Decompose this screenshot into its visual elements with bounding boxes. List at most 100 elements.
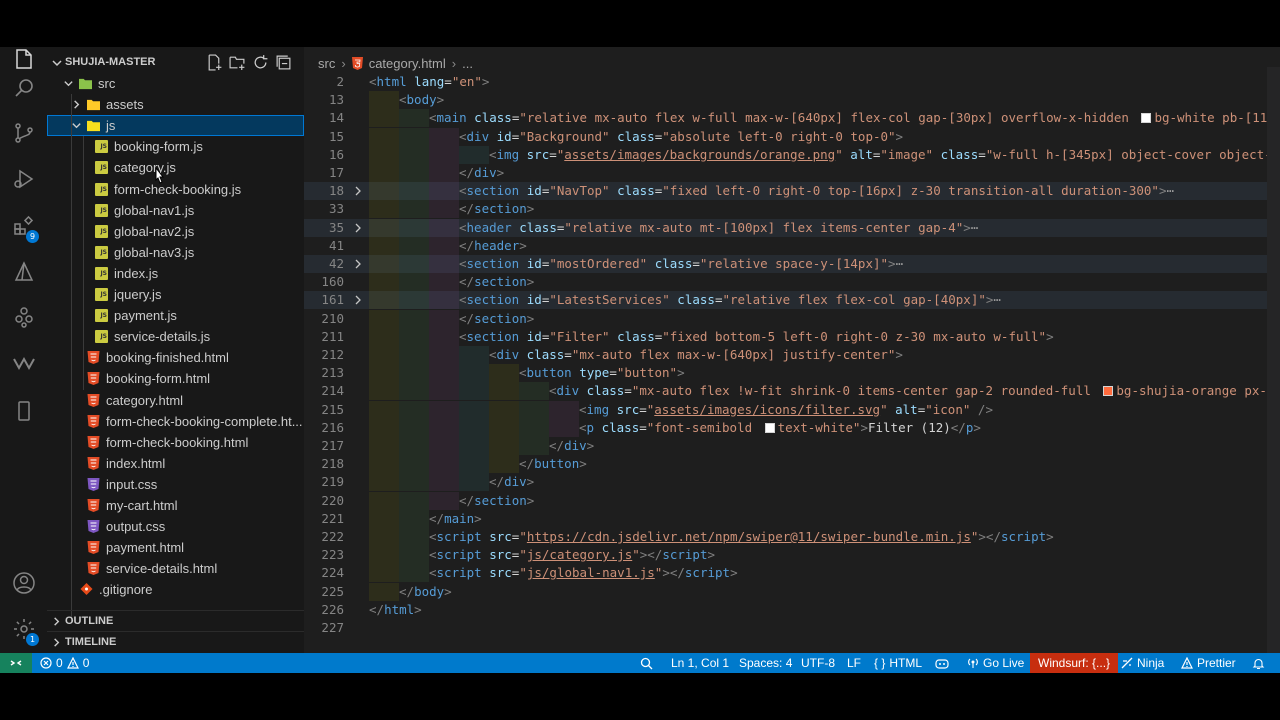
tree-file[interactable]: JS global-nav2.js — [47, 221, 304, 242]
prettier-indicator[interactable]: Prettier — [1181, 653, 1236, 673]
code-line[interactable]: 227 — [304, 619, 1280, 637]
code-editor[interactable]: src › category.html › ... 2 <html lang="e… — [304, 47, 1280, 653]
tree-file[interactable]: output.css — [47, 516, 304, 537]
tree-folder[interactable]: js — [47, 115, 304, 137]
breadcrumb-file[interactable]: category.html — [369, 56, 446, 71]
collapse-all-icon[interactable] — [275, 54, 292, 71]
code-line[interactable]: 15 <div id="Background" class="absolute l… — [304, 127, 1280, 146]
search-icon[interactable] — [0, 66, 47, 110]
tree-file[interactable]: category.html — [47, 390, 304, 411]
tree-file[interactable]: JS jquery.js — [47, 284, 304, 305]
code-line[interactable]: 219 </div> — [304, 473, 1280, 492]
breadcrumb-folder[interactable]: src — [318, 56, 335, 71]
tree-file[interactable]: JS form-check-booking.js — [47, 179, 304, 200]
code-line[interactable]: 218 </button> — [304, 455, 1280, 474]
indentation[interactable]: Spaces: 4 — [739, 653, 792, 673]
account-icon[interactable] — [0, 561, 47, 605]
code-line[interactable]: 161 <section id="LatestServices" class="r… — [304, 291, 1280, 310]
tree-file[interactable]: form-check-booking-complete.ht... — [47, 411, 304, 432]
code-line[interactable]: 212 <div class="mx-auto flex max-w-[640px… — [304, 346, 1280, 364]
code-link[interactable]: assets/images/backgrounds/orange.png — [564, 147, 835, 162]
color-swatch[interactable] — [764, 422, 775, 433]
cursor-position[interactable]: Ln 1, Col 1 — [671, 653, 729, 673]
new-file-icon[interactable] — [206, 54, 223, 71]
code-line[interactable]: 214 <div class="mx-auto flex !w-fit shrin… — [304, 382, 1280, 401]
language-mode[interactable]: { } HTML — [874, 653, 922, 673]
explorer-header[interactable]: SHUJIA-MASTER — [47, 53, 304, 73]
outline-section[interactable]: OUTLINE — [47, 610, 304, 632]
code-link[interactable]: js/global-nav1.js — [527, 565, 655, 580]
fold-chevron-icon[interactable] — [353, 223, 363, 233]
code-line[interactable]: 160 </section> — [304, 273, 1280, 292]
new-folder-icon[interactable] — [229, 54, 246, 71]
color-swatch[interactable] — [1103, 386, 1114, 397]
ninja-indicator[interactable]: Ninja — [1121, 653, 1164, 673]
refresh-icon[interactable] — [252, 54, 269, 71]
source-control-icon[interactable] — [0, 111, 47, 155]
tree-file[interactable]: JS booking-form.js — [47, 136, 304, 157]
run-debug-icon[interactable] — [0, 157, 47, 201]
code-line[interactable]: 13 <body> — [304, 91, 1280, 110]
code-token[interactable]: ⋯ — [896, 256, 904, 271]
code-link[interactable]: https://cdn.jsdelivr.net/npm/swiper@11/s… — [527, 529, 971, 544]
fold-chevron-icon[interactable] — [353, 186, 363, 196]
tree-file[interactable]: JS global-nav3.js — [47, 242, 304, 263]
code-line[interactable]: 17 </div> — [304, 164, 1280, 182]
tree-file[interactable]: .gitignore — [47, 579, 304, 600]
testing-icon[interactable] — [0, 295, 47, 339]
code-line[interactable]: 35 <header class="relative mx-auto mt-[10… — [304, 218, 1280, 237]
fold-chevron-icon[interactable] — [353, 259, 363, 269]
remote-icon[interactable] — [0, 250, 47, 294]
windsurf-status[interactable]: Windsurf: {...} — [1030, 653, 1119, 673]
tree-file[interactable]: JS global-nav1.js — [47, 200, 304, 221]
code-token[interactable]: ⋯ — [971, 220, 979, 235]
tree-file[interactable]: form-check-booking.html — [47, 432, 304, 453]
timeline-section[interactable]: TIMELINE — [47, 631, 304, 653]
tree-file[interactable]: input.css — [47, 474, 304, 495]
line-ending[interactable]: LF — [847, 653, 861, 673]
code-line[interactable]: 217 </div> — [304, 437, 1280, 455]
color-swatch[interactable] — [1141, 113, 1152, 124]
remote-indicator[interactable] — [0, 653, 32, 673]
code-line[interactable]: 225 </body> — [304, 582, 1280, 601]
code-token[interactable]: ⋯ — [1167, 183, 1175, 198]
code-line[interactable]: 33 </section> — [304, 200, 1280, 219]
tree-file[interactable]: JS index.js — [47, 263, 304, 284]
copilot-indicator[interactable] — [935, 653, 949, 673]
tree-folder[interactable]: assets — [47, 94, 304, 115]
problems-indicator[interactable]: 0 0 — [40, 653, 89, 673]
code-line[interactable]: 210 </section> — [304, 309, 1280, 328]
extensions-icon[interactable]: 9 — [0, 204, 47, 248]
code-link[interactable]: js/category.js — [527, 547, 632, 562]
fold-chevron-icon[interactable] — [353, 295, 363, 305]
code-line[interactable]: 224 <script src="js/global-nav1.js"></scr… — [304, 564, 1280, 583]
tree-file[interactable]: JS payment.js — [47, 305, 304, 326]
code-token[interactable]: ⋯ — [993, 292, 1001, 307]
tree-file[interactable]: index.html — [47, 453, 304, 474]
encoding[interactable]: UTF-8 — [801, 653, 835, 673]
tree-file[interactable]: JS service-details.js — [47, 326, 304, 347]
zoom-indicator[interactable] — [640, 653, 653, 673]
code-line[interactable]: 215 <img src= "assets/images/icons/filter.… — [304, 400, 1280, 419]
codeium-icon[interactable] — [0, 341, 47, 385]
tree-file[interactable]: payment.html — [47, 537, 304, 558]
tree-file[interactable]: my-cart.html — [47, 495, 304, 516]
tree-folder[interactable]: src — [47, 73, 304, 94]
code-line[interactable]: 221 </main> — [304, 509, 1280, 528]
tree-file[interactable]: service-details.html — [47, 558, 304, 579]
code-line[interactable]: 2 <html lang="en"> — [304, 73, 1280, 91]
tree-file[interactable]: booking-form.html — [47, 368, 304, 389]
code-line[interactable]: 18 <section id="NavTop" class="fixed left… — [304, 182, 1280, 201]
code-line[interactable]: 14 <main class="relative mx-auto flex w-f… — [304, 109, 1280, 128]
device-icon[interactable] — [0, 389, 47, 433]
settings-gear-icon[interactable]: 1 — [0, 607, 47, 651]
code-line[interactable]: 42 <section id="mostOrdered" class="relat… — [304, 255, 1280, 273]
notifications-bell[interactable] — [1252, 653, 1265, 673]
code-line[interactable]: 216 <p class="font-semibold text-white">F… — [304, 418, 1280, 437]
breadcrumb-symbol[interactable]: ... — [462, 56, 473, 71]
code-line[interactable]: 223 <script src="js/category.js"></script… — [304, 546, 1280, 565]
code-line[interactable]: 41 </header> — [304, 236, 1280, 255]
code-line[interactable]: 16 <img src="assets/images/backgrounds/or… — [304, 145, 1280, 164]
code-line[interactable]: 213 <button type="button"> — [304, 364, 1280, 383]
code-link[interactable]: assets/images/icons/filter.svg — [654, 402, 880, 417]
